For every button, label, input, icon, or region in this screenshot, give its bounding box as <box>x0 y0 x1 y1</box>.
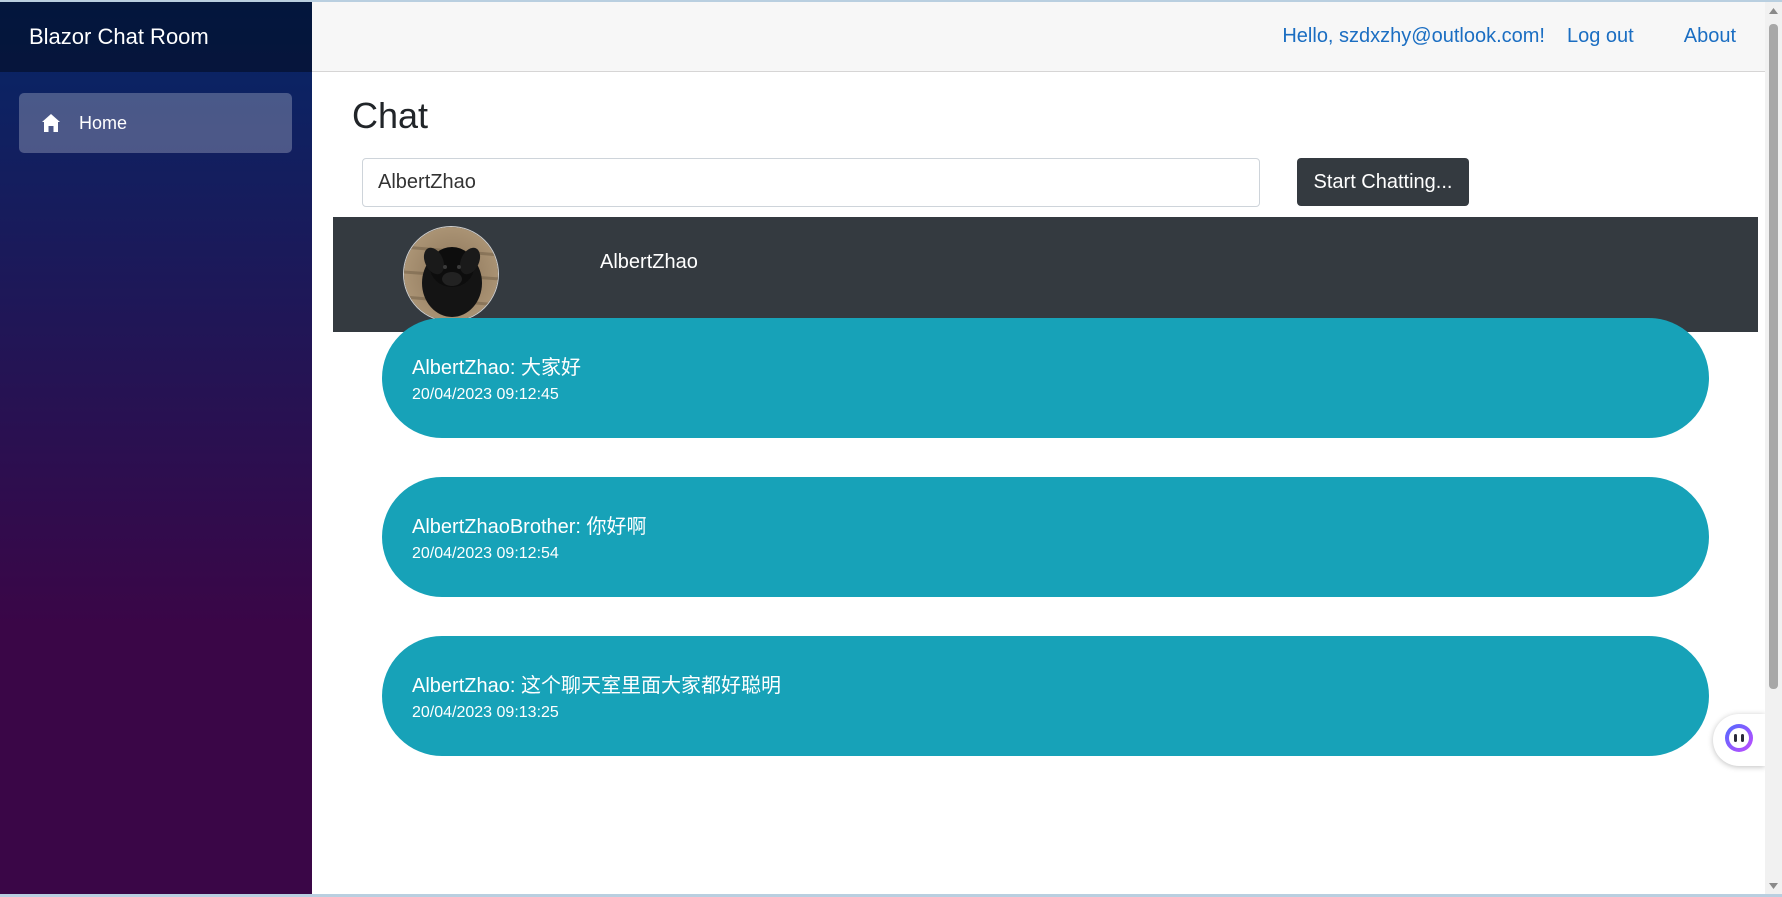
vertical-scrollbar[interactable] <box>1765 2 1782 894</box>
message-text: AlbertZhao: 大家好 <box>412 357 581 379</box>
chat-header: AlbertZhao <box>333 217 1758 332</box>
main-content: Chat Start Chatting... <box>312 73 1765 894</box>
avatar <box>403 226 499 322</box>
scrollbar-thumb[interactable] <box>1769 24 1778 689</box>
assistant-icon <box>1723 722 1755 759</box>
message-timestamp: 20/04/2023 09:12:45 <box>412 386 559 403</box>
scroll-up-arrow-icon[interactable] <box>1765 2 1782 19</box>
username-input[interactable] <box>362 158 1260 207</box>
chat-message: AlbertZhao: 大家好 20/04/2023 09:12:45 <box>382 318 1709 438</box>
home-icon <box>39 111 63 135</box>
sidebar-item-label: Home <box>79 112 128 133</box>
start-chatting-button[interactable]: Start Chatting... <box>1297 158 1469 206</box>
page-title: Chat <box>352 95 429 136</box>
user-greeting-link[interactable]: Hello, szdxzhy@outlook.com! <box>1282 25 1545 48</box>
top-row: Hello, szdxzhy@outlook.com! Log out Abou… <box>312 2 1765 72</box>
message-timestamp: 20/04/2023 09:13:25 <box>412 704 559 721</box>
sidebar-item-home[interactable]: Home <box>19 93 292 153</box>
sidebar: Blazor Chat Room Home <box>0 2 312 894</box>
chat-header-username: AlbertZhao <box>600 251 698 273</box>
browser-window: Blazor Chat Room Home Hello, szdxzhy@out… <box>0 0 1782 897</box>
app-brand[interactable]: Blazor Chat Room <box>0 2 312 72</box>
message-timestamp: 20/04/2023 09:12:54 <box>412 545 559 562</box>
logout-link[interactable]: Log out <box>1567 25 1634 48</box>
message-text: AlbertZhaoBrother: 你好啊 <box>412 516 647 538</box>
assistant-float-button[interactable] <box>1713 714 1765 766</box>
scroll-down-arrow-icon[interactable] <box>1765 877 1782 894</box>
chat-message: AlbertZhao: 这个聊天室里面大家都好聪明 20/04/2023 09:… <box>382 636 1709 756</box>
chat-message: AlbertZhaoBrother: 你好啊 20/04/2023 09:12:… <box>382 477 1709 597</box>
about-link[interactable]: About <box>1684 25 1736 48</box>
message-text: AlbertZhao: 这个聊天室里面大家都好聪明 <box>412 675 781 697</box>
